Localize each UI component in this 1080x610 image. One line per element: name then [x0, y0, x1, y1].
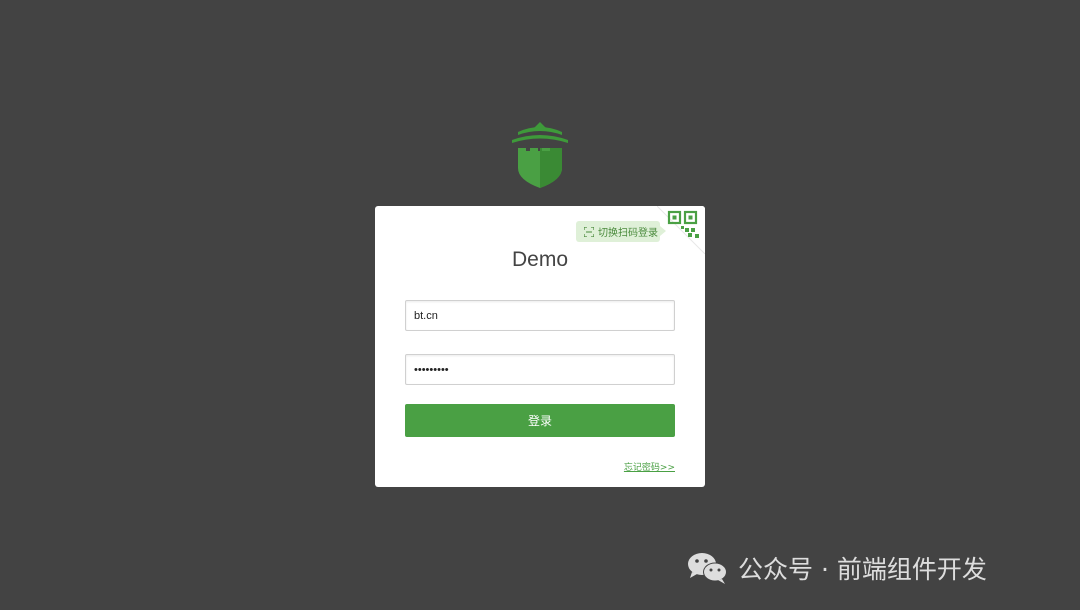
username-input[interactable] [405, 300, 675, 331]
forgot-password-link[interactable]: 忘记密码>> [624, 460, 675, 473]
login-title: Demo [511, 248, 569, 271]
qr-code-icon[interactable] [657, 206, 705, 254]
wechat-icon [688, 553, 727, 584]
login-button[interactable]: 登录 [405, 404, 675, 437]
password-input[interactable] [405, 354, 675, 385]
app-logo-icon [512, 122, 568, 188]
qr-switch-label: 切换扫码登录 [598, 228, 658, 239]
login-card: 切换扫码登录 Demo 登录 忘记密码>> [375, 206, 705, 487]
watermark-text: 公众号 · 前端组件开发 [738, 555, 987, 584]
watermark: 公众号 · 前端组件开发 [686, 548, 987, 588]
qr-login-switch[interactable]: 切换扫码登录 [576, 221, 666, 242]
scan-icon [584, 226, 594, 237]
